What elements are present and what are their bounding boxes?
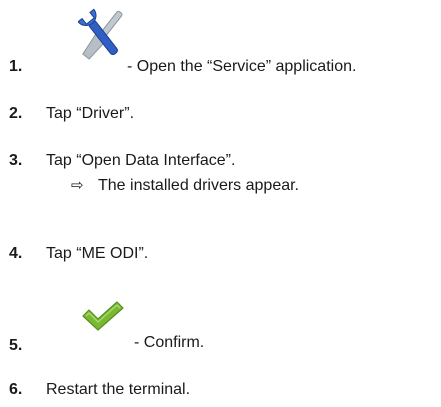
instruction-page: { "steps": [ { "number": "1.", "icon": "…: [0, 0, 441, 407]
step-3: 3. Tap “Open Data Interface”. ⇨ The inst…: [0, 151, 441, 207]
step-3-result-text: The installed drivers appear.: [98, 177, 299, 194]
step-1-number: 1.: [9, 58, 23, 75]
step-2-text: Tap “Driver”.: [46, 105, 135, 122]
step-6: 6. Restart the terminal.: [0, 380, 441, 404]
step-1-text: - Open the “Service” application.: [127, 58, 357, 75]
step-4-number: 4.: [9, 245, 23, 262]
step-1: 1. - Open the “Service” application.: [0, 0, 441, 80]
step-2: 2. Tap “Driver”.: [0, 104, 441, 128]
step-5-text: - Confirm.: [134, 334, 205, 351]
step-2-number: 2.: [9, 105, 23, 122]
step-3-number: 3.: [9, 152, 23, 169]
step-5-number: 5.: [9, 337, 23, 354]
step-6-number: 6.: [9, 381, 23, 398]
step-6-text: Restart the terminal.: [46, 381, 191, 398]
confirm-checkmark-icon: [80, 300, 126, 337]
result-arrow-icon: ⇨: [71, 177, 84, 194]
step-4-text: Tap “ME ODI”.: [46, 245, 149, 262]
step-5: 5. - Confirm.: [0, 300, 441, 360]
service-tools-icon: [77, 4, 126, 73]
step-4: 4. Tap “ME ODI”.: [0, 244, 441, 268]
step-3-text: Tap “Open Data Interface”.: [46, 152, 236, 169]
